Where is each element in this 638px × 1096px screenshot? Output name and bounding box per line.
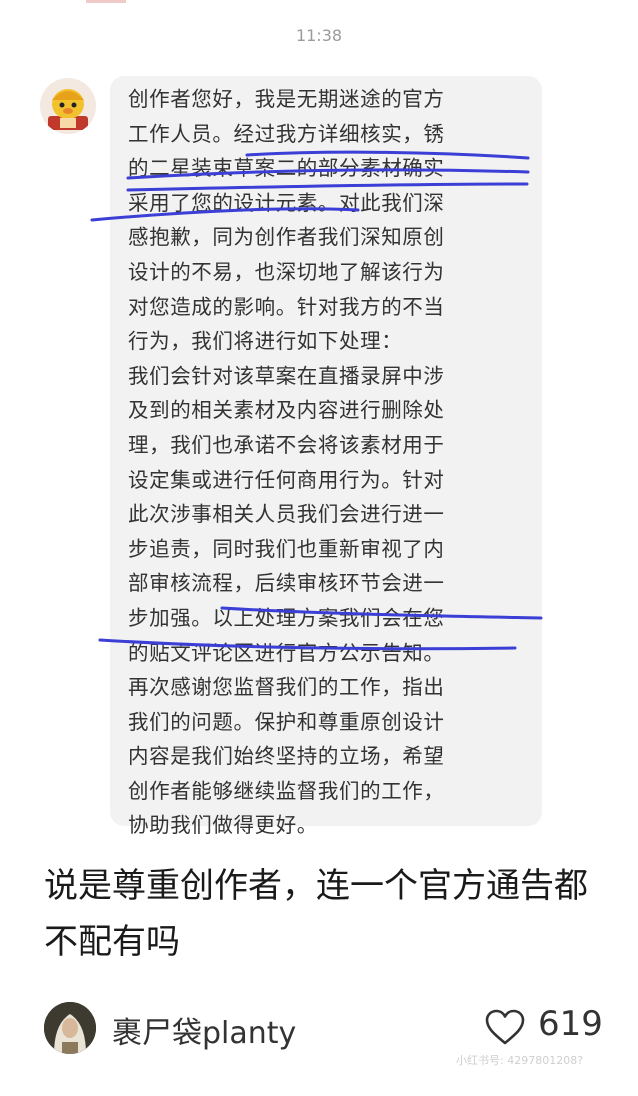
message-timestamp: 11:38 [295, 26, 343, 45]
author-avatar[interactable] [44, 1002, 96, 1054]
sender-avatar[interactable] [40, 78, 96, 134]
author-name[interactable]: 裹尸袋planty [112, 1008, 296, 1052]
heart-outline-icon[interactable] [484, 1008, 526, 1046]
like-count: 619 [538, 1004, 603, 1044]
post-caption: 说是尊重创作者，连一个官方通告都不配有吗 [44, 866, 588, 962]
portrait-avatar-icon [44, 1002, 96, 1054]
watermark-text: 小红书号: 4297801208? [456, 1054, 584, 1067]
message-text: 创作者您好，我是无期迷途的官方 工作人员。经过我方详细核实，锈 的二星装束草案二… [128, 87, 445, 838]
mascot-avatar-icon [40, 78, 96, 134]
top-accent-bar [86, 0, 126, 3]
